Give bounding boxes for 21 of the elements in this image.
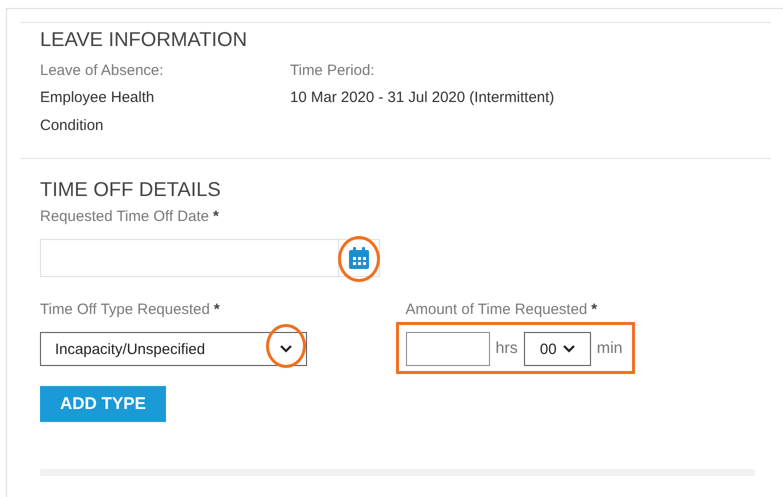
field-label: Requested Time Off Date [40, 208, 209, 225]
hours-input-field[interactable] [406, 332, 490, 366]
unit-label: min [596, 340, 623, 358]
field-value: 10 Mar 2020 - 31 Jul 2020 (Intermittent) [290, 88, 556, 108]
minutes-select[interactable]: 00 [524, 332, 591, 366]
section-heading: LEAVE INFORMATION [40, 29, 248, 52]
type-select[interactable]: Incapacity/Unspecified [40, 332, 307, 366]
chevron-down-icon [562, 345, 575, 353]
field-value: Employee Health Condition [40, 88, 156, 136]
required-mark: * [212, 208, 219, 225]
section-heading: TIME OFF DETAILS [40, 179, 222, 202]
date-input-field[interactable] [40, 239, 339, 277]
calendar-icon [348, 246, 370, 270]
field-label: Time Off Type Requested [40, 301, 210, 318]
unit-label: hrs [496, 340, 518, 358]
field-label: Leave of Absence: [40, 61, 164, 81]
required-mark: * [591, 301, 598, 318]
required-mark: * [214, 301, 220, 318]
chevron-down-icon [280, 345, 292, 353]
field-label: Time Period: [290, 61, 376, 81]
field-label: Amount of Time Requested [406, 301, 588, 318]
